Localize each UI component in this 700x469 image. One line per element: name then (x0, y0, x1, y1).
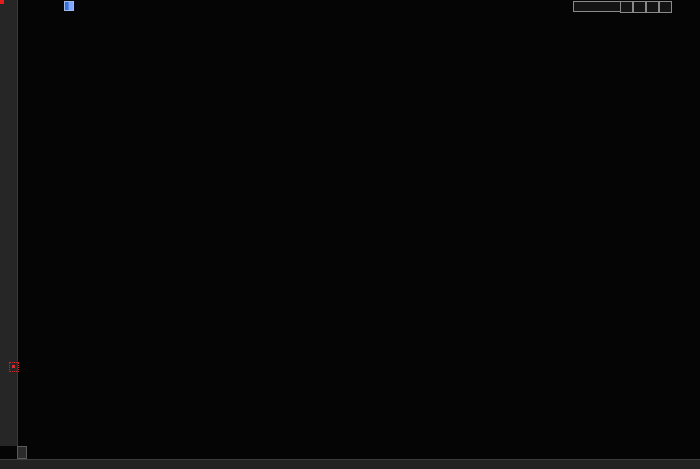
period-selector-button[interactable] (17, 446, 27, 459)
panel-settings-icon[interactable] (9, 362, 19, 372)
theme-dropdown[interactable] (573, 1, 622, 12)
layout-hsplit-icon[interactable] (633, 1, 646, 13)
macd-header (59, 276, 77, 287)
chart-app (0, 0, 700, 469)
indicator-icon (64, 1, 74, 11)
layout-close-icon[interactable] (659, 1, 672, 13)
layout-single-icon[interactable] (646, 1, 659, 13)
bottom-toolbar (0, 459, 700, 469)
chart-header (59, 1, 99, 13)
kdj-header (59, 370, 77, 381)
layout-grid-icon[interactable] (620, 1, 633, 13)
sidebar-tabs (0, 0, 18, 446)
candlestick-chart[interactable] (0, 0, 700, 469)
